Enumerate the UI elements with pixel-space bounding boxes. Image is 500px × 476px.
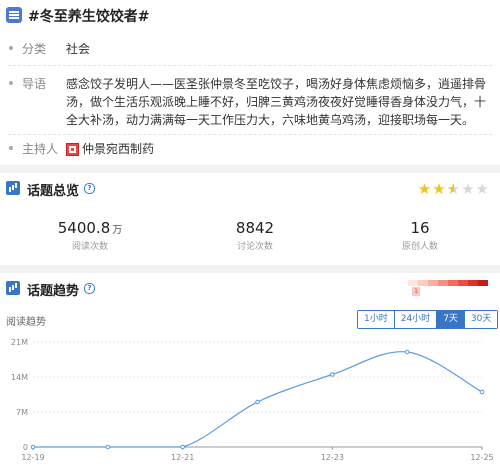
data-point [105, 444, 111, 450]
series-label: 阅读趋势 [6, 317, 46, 328]
origin-count: 16 [410, 219, 430, 237]
intro-text: 感念饺子发明人——医圣张仲景冬至吃饺子，喝汤好身体焦虑烦恼多，逍遥排骨汤，做个生… [66, 77, 487, 127]
range-tabs: 1小时 24小时 7天 30天 [357, 310, 499, 329]
read-trend-chart: 0 7M 14M 21M 12-19 12-21 12-23 12-25 [11, 338, 494, 462]
x-tick-label: 12-23 [321, 453, 344, 462]
x-tick-label: 12-25 [470, 453, 493, 462]
category-row: 分类 社会 [0, 40, 500, 56]
help-icon[interactable]: ? [84, 183, 95, 194]
bullet-icon [9, 146, 13, 150]
bullet-icon [9, 81, 13, 85]
heat-segment [448, 280, 458, 286]
divider [8, 134, 492, 135]
y-tick-label: 21M [11, 338, 28, 347]
star-icon: ★ [432, 180, 447, 198]
data-point [30, 444, 36, 450]
chart-icon [6, 281, 20, 295]
help-icon[interactable]: ? [84, 283, 95, 294]
heat-level-marker: 1 [412, 287, 420, 296]
heat-segment [428, 280, 438, 286]
read-count-caption: 阅读次数 [71, 242, 108, 252]
page-title: #冬至养生饺饺者# [28, 9, 150, 25]
range-tab[interactable]: 24小时 [393, 311, 437, 328]
category-value: 社会 [66, 42, 91, 56]
topic-icon [6, 7, 22, 23]
star-icon: ★ [461, 180, 476, 198]
read-count-value: 5400.8 [57, 219, 111, 237]
range-tab[interactable]: 30天 [463, 311, 498, 328]
bullet-icon [9, 46, 13, 50]
overview-panel: 话题总览 ? ★★★★★ 5400.8 万 阅读次数 8842 讨论次数 16 原… [0, 173, 500, 265]
y-tick-label: 0 [23, 443, 28, 452]
host-row: 主持人 仲景宛西制药 [0, 140, 500, 156]
heat-segment [468, 280, 478, 286]
origin-count-caption: 原创人数 [401, 242, 438, 252]
chart-icon [6, 181, 20, 195]
read-count-stat: 5400.8 万 阅读次数 [30, 219, 150, 252]
intro-row: 导语 感念饺子发明人——医圣张仲景冬至吃饺子，喝汤好身体焦虑烦恼多，逍遥排骨汤，… [0, 74, 500, 130]
read-count: 5400.8 万 [30, 219, 150, 237]
rating-stars: ★★★★★ [418, 180, 490, 198]
data-point [255, 399, 260, 405]
data-point [404, 349, 410, 355]
divider [8, 65, 492, 66]
range-tab[interactable]: 1小时 [358, 311, 394, 328]
discuss-count: 8842 [235, 219, 275, 237]
topic-info-panel: #冬至养生饺饺者# 分类 社会 导语 感念饺子发明人——医圣张仲景冬至吃饺子，喝… [0, 0, 500, 165]
heat-segment [478, 280, 488, 286]
overview-title: 话题总览 [27, 184, 80, 199]
host-avatar-icon [66, 143, 79, 156]
star-icon: ★ [417, 180, 433, 198]
x-tick-label: 12-19 [21, 453, 44, 462]
read-count-unit: 万 [112, 225, 123, 236]
data-point [330, 372, 335, 377]
x-tick-label: 12-21 [171, 453, 194, 462]
discuss-count-stat: 8842 讨论次数 [195, 219, 315, 252]
origin-count-stat: 16 原创人数 [360, 219, 480, 252]
trend-panel: 话题趋势 ? 1 阅读趋势 1小时 24小时 7天 30天 0 7M 14M 21M 12-1… [0, 273, 500, 476]
star-icon: ★ [475, 180, 490, 198]
heat-scale [408, 280, 488, 286]
discuss-count-caption: 讨论次数 [236, 242, 273, 252]
host-name-link[interactable]: 仲景宛西制药 [82, 140, 154, 157]
heat-segment [418, 280, 428, 286]
data-point [479, 389, 485, 395]
overview-header: 话题总览 ? ★★★★★ [0, 173, 500, 203]
heat-segment [458, 280, 468, 286]
intro-label: 导语 [22, 77, 47, 91]
heat-segment [438, 280, 448, 286]
y-tick-label: 14M [11, 373, 28, 382]
star-icon: ★ [446, 180, 462, 198]
range-tab[interactable]: 7天 [436, 311, 464, 328]
host-label: 主持人 [22, 142, 59, 156]
y-tick-label: 7M [16, 408, 28, 417]
series-line [33, 351, 483, 448]
category-label: 分类 [22, 42, 47, 56]
trend-title: 话题趋势 [27, 284, 80, 299]
heat-segment [408, 280, 418, 286]
topic-header: #冬至养生饺饺者# [0, 0, 500, 32]
trend-header: 话题趋势 ? [0, 273, 500, 303]
data-point [180, 444, 185, 450]
